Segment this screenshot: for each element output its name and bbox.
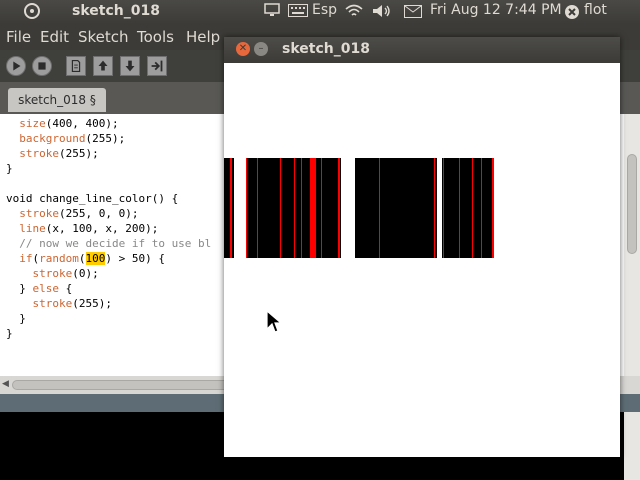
sketch-red-line [321, 158, 322, 258]
code-line: line(x, 100, x, 200); [19, 222, 159, 235]
top-panel: sketch_018 Esp Fri Aug 12 7:44 PM flot [0, 0, 640, 24]
sketch-red-line [472, 158, 473, 258]
code-line: if(random(100) > 50) { [19, 252, 165, 265]
keyboard-icon[interactable] [288, 4, 308, 21]
open-button[interactable] [93, 56, 113, 76]
scroll-thumb[interactable] [627, 154, 637, 254]
editor-vertical-scrollbar[interactable] [624, 114, 640, 376]
mouse-cursor-icon [266, 310, 282, 333]
code-text[interactable]: size(400, 400); background(255); stroke(… [6, 116, 211, 341]
sketch-band-segment [355, 158, 437, 258]
sketch-red-line [492, 158, 494, 258]
sketch-red-line [338, 158, 340, 258]
new-icon [71, 60, 81, 72]
sketch-red-line [301, 158, 302, 258]
code-line: stroke(255, 0, 0); [19, 207, 139, 220]
volume-icon[interactable] [372, 4, 392, 22]
monitor-icon[interactable] [264, 3, 280, 21]
sketch-band-segment [442, 158, 494, 258]
menu-help[interactable]: Help [186, 28, 220, 46]
sketch-red-line [459, 158, 460, 258]
code-line: } [6, 312, 26, 325]
run-button[interactable] [6, 56, 26, 76]
keyboard-layout-label[interactable]: Esp [312, 2, 337, 18]
sketch-output-window: ✕ – sketch_018 [224, 37, 620, 457]
sketch-red-line [379, 158, 380, 258]
run-icon [13, 61, 21, 71]
code-line-comment: // now we decide if to use bl [6, 237, 212, 250]
code-line: } else { [6, 282, 73, 295]
sketch-red-line [310, 158, 316, 258]
sketch-red-line [257, 158, 258, 258]
stop-icon [38, 62, 46, 70]
sketch-canvas[interactable] [224, 63, 620, 457]
code-line: stroke(255); [19, 147, 99, 160]
open-icon [98, 60, 108, 71]
export-button[interactable] [147, 56, 167, 76]
menu-tools[interactable]: Tools [137, 28, 174, 46]
minimize-icon[interactable]: – [254, 42, 268, 56]
save-icon [125, 60, 135, 72]
sketch-red-line [280, 158, 281, 258]
save-button[interactable] [120, 56, 140, 76]
code-line: background(255); [19, 132, 126, 145]
ubuntu-logo-icon[interactable] [24, 3, 40, 19]
tab-sketch-018[interactable]: sketch_018 § [8, 88, 106, 112]
session-icon[interactable] [564, 4, 580, 24]
active-app-title: sketch_018 [72, 3, 160, 19]
sketch-band-segment [224, 158, 234, 258]
sketch-window-title: sketch_018 [282, 41, 370, 57]
code-line: size(400, 400); [19, 117, 119, 130]
code-line: } [6, 162, 13, 175]
sketch-red-line [294, 158, 295, 258]
sketch-titlebar[interactable]: ✕ – sketch_018 [224, 37, 620, 63]
sketch-red-line [246, 158, 247, 258]
sketch-drawing [224, 158, 494, 258]
clock[interactable]: Fri Aug 12 7:44 PM [430, 2, 562, 18]
scroll-left-icon[interactable]: ◀ [2, 379, 9, 389]
sketch-red-line [434, 158, 435, 258]
console-scrollbar[interactable] [624, 412, 640, 480]
code-line: void change_line_color() { [6, 192, 179, 205]
sketch-red-line [443, 158, 444, 258]
menu-edit[interactable]: Edit [40, 28, 69, 46]
mail-icon[interactable] [404, 5, 422, 22]
code-line: stroke(0); [32, 267, 99, 280]
menu-file[interactable]: File [6, 28, 31, 46]
menu-sketch[interactable]: Sketch [78, 28, 129, 46]
close-icon[interactable]: ✕ [236, 42, 250, 56]
user-name[interactable]: flot [584, 2, 607, 18]
sketch-red-line [230, 158, 232, 258]
export-icon [151, 60, 163, 72]
code-line: } [6, 327, 13, 340]
code-line: stroke(255); [32, 297, 113, 310]
stop-button[interactable] [32, 56, 52, 76]
sketch-red-line [481, 158, 482, 258]
new-button[interactable] [66, 56, 86, 76]
wifi-icon[interactable] [344, 4, 364, 22]
